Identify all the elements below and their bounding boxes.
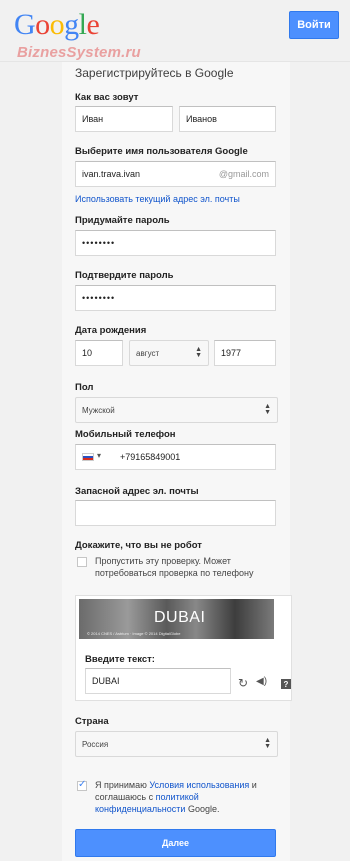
- page-title: Зарегистрируйтесь в Google: [75, 66, 234, 80]
- use-current-email-link[interactable]: Использовать текущий адрес эл. почты: [75, 194, 240, 204]
- help-icon[interactable]: ?: [281, 679, 291, 689]
- skip-verification-text: Пропустить эту проверку. Может потребова…: [95, 556, 254, 578]
- name-label: Как вас зовут: [75, 92, 139, 103]
- select-arrows-icon: ▲ ▼: [195, 346, 202, 359]
- logo-letter: l: [78, 8, 87, 41]
- phone-label: Мобильный телефон: [75, 429, 176, 440]
- next-button[interactable]: Далее: [75, 829, 276, 857]
- birth-month-value: август: [136, 348, 160, 358]
- captcha-image: DUBAI © 2014 CNES / Astrium · Image © 20…: [79, 599, 274, 639]
- terms-link[interactable]: Условия использования: [149, 780, 249, 790]
- password-label: Придумайте пароль: [75, 215, 170, 226]
- first-name-input[interactable]: Иван: [75, 106, 173, 132]
- select-arrows-icon: ▲ ▼: [264, 403, 271, 416]
- birth-day-input[interactable]: 10: [75, 340, 123, 366]
- backup-email-input[interactable]: [75, 500, 276, 526]
- birth-year-input[interactable]: 1977: [214, 340, 276, 366]
- russia-flag-icon[interactable]: [82, 453, 94, 461]
- username-value: ivan.trava.ivan: [82, 169, 141, 179]
- captcha-credit: © 2014 CNES / Astrium · Image © 2014 Dig…: [87, 631, 181, 636]
- first-name-value: Иван: [82, 114, 104, 124]
- gender-select[interactable]: Мужской ▲ ▼: [75, 397, 278, 423]
- country-select[interactable]: Россия ▲ ▼: [75, 731, 278, 757]
- password-input[interactable]: ••••••••: [75, 230, 276, 256]
- last-name-value: Иванов: [186, 114, 217, 124]
- refresh-icon[interactable]: ↻: [238, 676, 248, 690]
- robot-label: Докажите, что вы не робот: [75, 540, 202, 551]
- confirm-password-input[interactable]: ••••••••: [75, 285, 276, 311]
- captcha-input-value: DUBAI: [92, 676, 120, 686]
- terms-text: Я принимаю Условия использования и согла…: [95, 779, 280, 815]
- confirm-password-value: ••••••••: [82, 293, 116, 303]
- signin-button[interactable]: Войти: [289, 11, 339, 39]
- country-label: Страна: [75, 716, 109, 727]
- gender-value: Мужской: [82, 405, 115, 415]
- skip-verification-checkbox[interactable]: [77, 557, 87, 567]
- username-input[interactable]: ivan.trava.ivan @gmail.com: [75, 161, 276, 187]
- terms-checkbox[interactable]: [77, 779, 87, 791]
- birth-month-select[interactable]: август ▲ ▼: [129, 340, 209, 366]
- confirm-password-label: Подтвердите пароль: [75, 270, 174, 281]
- watermark: BiznesSystem.ru: [17, 44, 141, 61]
- birth-day-value: 10: [82, 348, 93, 358]
- phone-input[interactable]: +79165849001: [75, 444, 276, 470]
- gmail-suffix: @gmail.com: [218, 169, 269, 179]
- captcha-input[interactable]: DUBAI: [85, 668, 231, 694]
- logo-letter: o: [35, 8, 50, 41]
- select-arrows-icon: ▲ ▼: [264, 737, 271, 750]
- google-logo[interactable]: Google: [14, 8, 100, 42]
- terms-suffix: Google.: [185, 804, 220, 814]
- captcha-word: DUBAI: [154, 609, 206, 626]
- captcha-input-label: Введите текст:: [85, 654, 155, 665]
- gender-label: Пол: [75, 382, 94, 393]
- birth-date-label: Дата рождения: [75, 325, 147, 336]
- logo-letter: e: [86, 8, 100, 41]
- header: Google BiznesSystem.ru Войти: [0, 0, 350, 62]
- logo-letter: G: [14, 8, 36, 41]
- logo-letter: o: [49, 8, 65, 41]
- terms-prefix: Я принимаю: [95, 780, 150, 790]
- last-name-input[interactable]: Иванов: [179, 106, 276, 132]
- logo-letter: g: [64, 8, 79, 41]
- password-value: ••••••••: [82, 238, 116, 248]
- audio-icon[interactable]: ◀): [256, 676, 267, 687]
- country-value: Россия: [82, 739, 109, 749]
- birth-year-value: 1977: [221, 348, 242, 358]
- chevron-down-icon[interactable]: ▾: [97, 451, 101, 460]
- backup-email-label: Запасной адрес эл. почты: [75, 486, 199, 497]
- username-label: Выберите имя пользователя Google: [75, 146, 248, 157]
- phone-value: +79165849001: [120, 452, 181, 462]
